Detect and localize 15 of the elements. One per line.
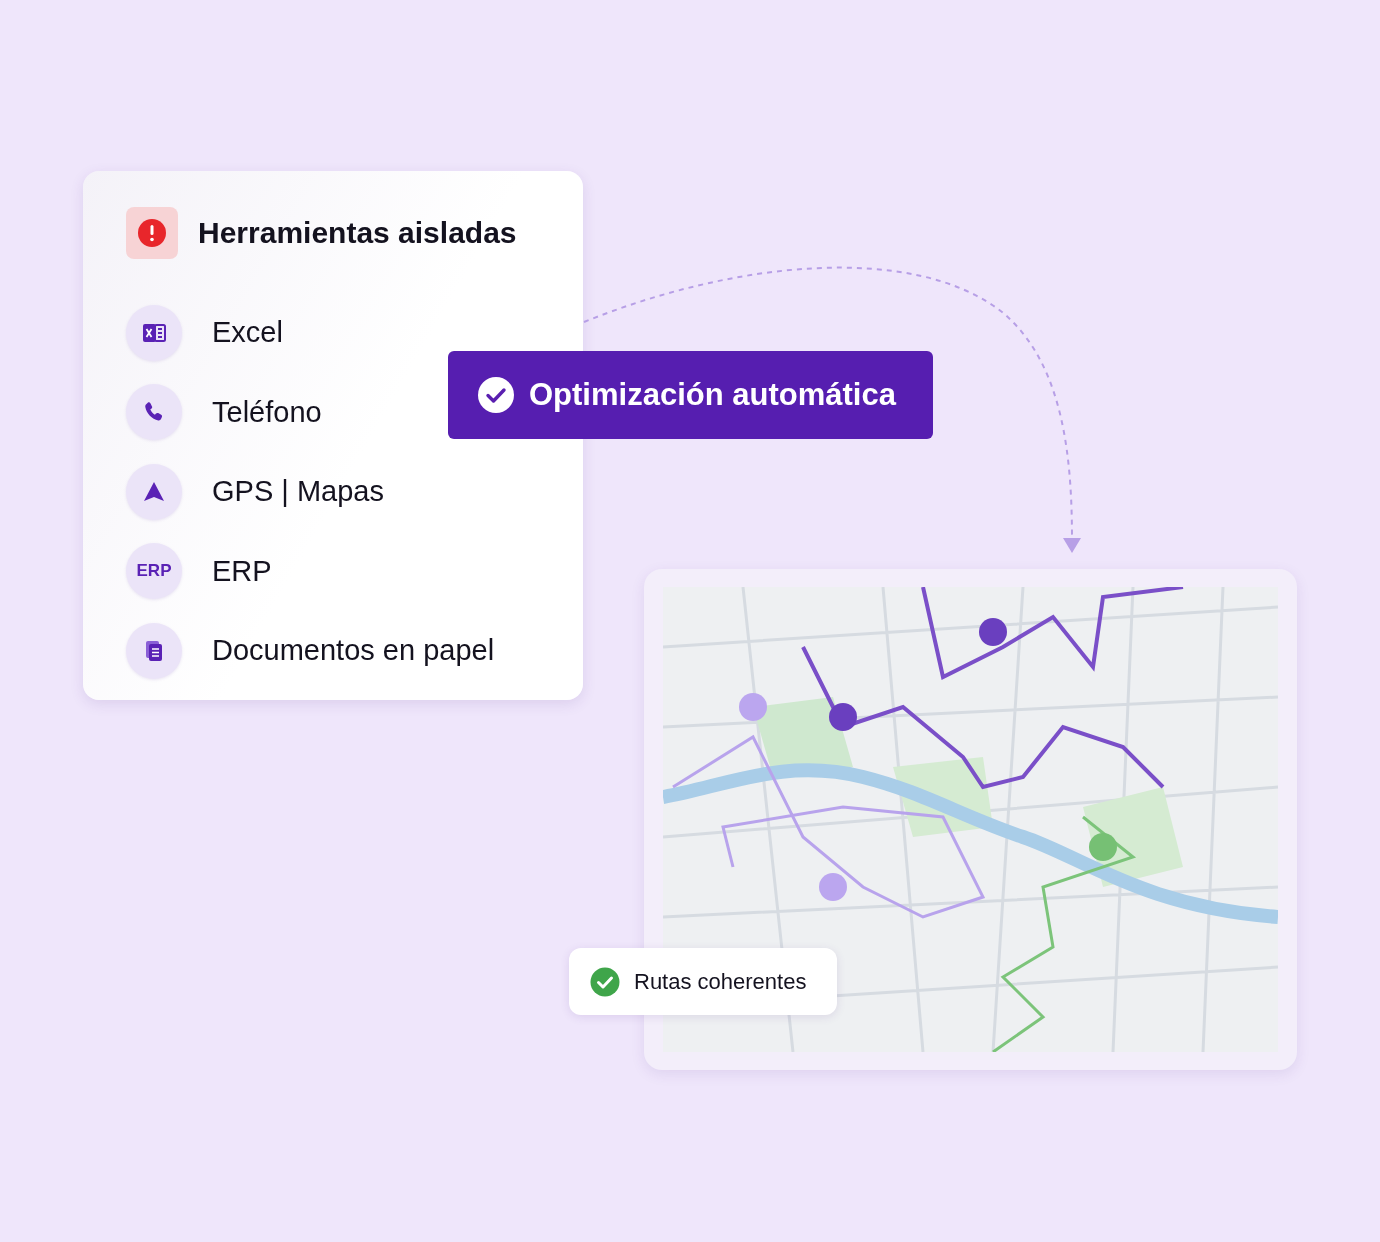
documents-icon — [126, 622, 182, 679]
alert-icon — [126, 207, 178, 259]
check-icon — [477, 376, 515, 414]
tool-label: Excel — [212, 316, 283, 350]
check-icon — [590, 966, 620, 997]
card-title: Herramientas aisladas — [198, 216, 517, 250]
badge-label: Optimización automática — [529, 377, 896, 413]
erp-icon: ERP — [126, 543, 182, 600]
badge-label: Rutas coherentes — [634, 968, 807, 995]
tool-label: Documentos en papel — [212, 634, 495, 668]
tool-label: Teléfono — [212, 395, 322, 429]
tool-label: GPS | Mapas — [212, 475, 384, 509]
tool-label: ERP — [212, 554, 272, 588]
spreadsheet-icon — [126, 304, 182, 361]
phone-icon — [126, 384, 182, 441]
